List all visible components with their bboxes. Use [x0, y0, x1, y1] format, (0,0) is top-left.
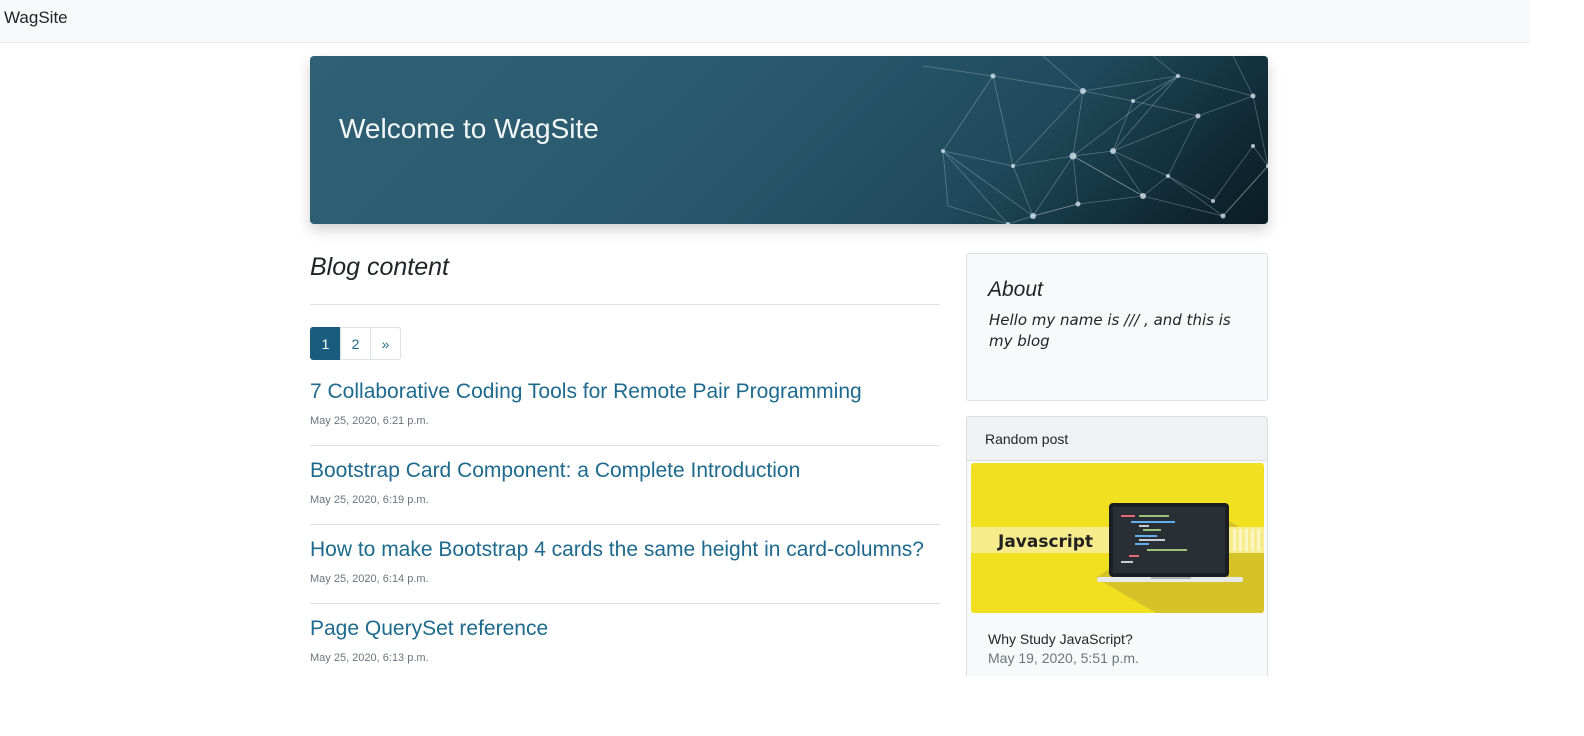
navbar: WagSite — [0, 0, 1530, 43]
random-post-header-label: Random post — [985, 431, 1069, 447]
random-post-image-label: Javascript — [997, 532, 1093, 552]
post-title-link[interactable]: 7 Collaborative Coding Tools for Remote … — [310, 380, 940, 404]
about-title: About — [988, 278, 1043, 301]
post-date: May 25, 2020, 6:13 p.m. — [310, 652, 429, 664]
post-item: Page QuerySet reference May 25, 2020, 6:… — [310, 617, 940, 664]
post-date: May 25, 2020, 6:21 p.m. — [310, 415, 429, 427]
random-post-card: Random post Javascript Why Study JavaScr… — [966, 416, 1268, 676]
blog-heading: Blog content — [310, 253, 449, 281]
random-post-title-link[interactable]: Why Study JavaScript? — [988, 631, 1133, 647]
post-title-link[interactable]: Bootstrap Card Component: a Complete Int… — [310, 459, 940, 483]
divider — [310, 603, 940, 604]
post-item: How to make Bootstrap 4 cards the same h… — [310, 538, 940, 604]
divider — [310, 524, 940, 525]
about-card: About Hello my name is /// , and this is… — [966, 253, 1268, 401]
post-title-link[interactable]: How to make Bootstrap 4 cards the same h… — [310, 538, 940, 562]
page-2-button[interactable]: 2 — [340, 327, 371, 360]
random-post-header: Random post — [967, 417, 1267, 461]
post-title-link[interactable]: Page QuerySet reference — [310, 617, 940, 641]
random-post-date: May 19, 2020, 5:51 p.m. — [988, 650, 1139, 666]
pagination: 1 2 » — [310, 327, 401, 360]
hero-banner: Welcome to WagSite — [310, 56, 1268, 224]
divider — [310, 445, 940, 446]
post-item: Bootstrap Card Component: a Complete Int… — [310, 459, 940, 525]
post-item: 7 Collaborative Coding Tools for Remote … — [310, 380, 940, 446]
divider — [310, 304, 940, 305]
post-date: May 25, 2020, 6:19 p.m. — [310, 494, 429, 506]
network-graphic — [923, 56, 1268, 224]
navbar-brand[interactable]: WagSite — [4, 8, 68, 28]
next-page-button[interactable]: » — [370, 327, 401, 360]
hero-title: Welcome to WagSite — [339, 113, 599, 144]
post-date: May 25, 2020, 6:14 p.m. — [310, 573, 429, 585]
random-post-image[interactable]: Javascript — [971, 463, 1264, 613]
page-1-button[interactable]: 1 — [310, 327, 341, 360]
about-text: Hello my name is /// , and this is my bl… — [989, 311, 1231, 350]
javascript-laptop-illustration: Javascript — [971, 463, 1264, 613]
